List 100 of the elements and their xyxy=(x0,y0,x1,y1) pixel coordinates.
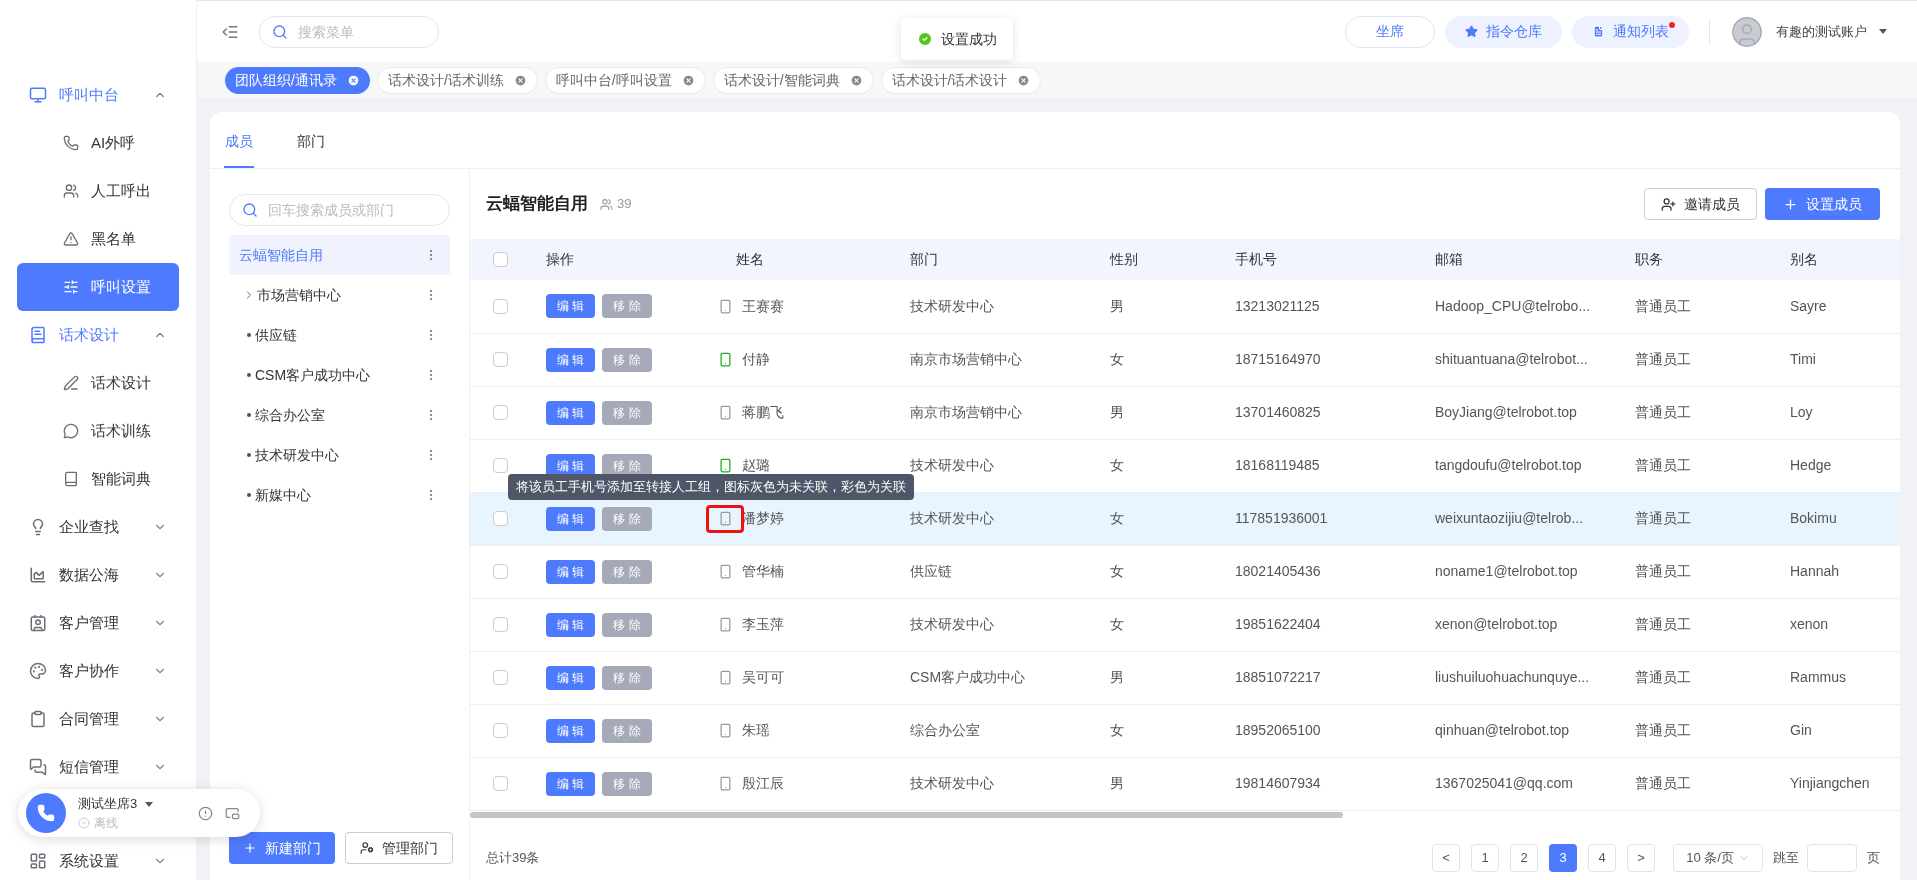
content-tab[interactable]: 部门 xyxy=(296,131,326,168)
sliders-icon xyxy=(63,279,79,295)
edit-button[interactable]: 编 辑 xyxy=(546,294,596,319)
content-tab[interactable]: 成员 xyxy=(224,131,254,168)
horizontal-scrollbar[interactable] xyxy=(470,811,1343,818)
page-tab[interactable]: 团队组织/通讯录 xyxy=(225,66,370,94)
edit-button[interactable]: 编 辑 xyxy=(546,718,596,743)
sidebar-item[interactable]: 合同管理 xyxy=(17,695,179,743)
sidebar-item[interactable]: 客户协作 xyxy=(17,647,179,695)
page-tab[interactable]: 话术设计/话术设计 xyxy=(880,66,1042,94)
department-item[interactable]: 新媒中心 xyxy=(229,475,450,515)
column-header: 职务 xyxy=(1635,251,1663,267)
header-button[interactable]: 坐席 xyxy=(1345,15,1435,48)
phone-cell: 13701460825 xyxy=(1235,404,1321,420)
highlight-frame[interactable] xyxy=(706,504,744,533)
menu-search-field[interactable]: 搜索菜单 xyxy=(259,15,439,48)
page-button[interactable]: 2 xyxy=(1510,843,1538,872)
edit-button[interactable]: 编 辑 xyxy=(546,400,596,425)
mobile-phone-icon[interactable] xyxy=(717,776,733,791)
page-tab[interactable]: 话术设计/话术训练 xyxy=(376,66,538,94)
mobile-phone-icon[interactable] xyxy=(717,352,733,367)
department-button[interactable]: 新建部门 xyxy=(229,832,335,864)
role-cell: 普通员工 xyxy=(1635,775,1691,791)
sidebar-item[interactable]: AI外呼 xyxy=(17,119,179,167)
mobile-phone-icon[interactable] xyxy=(717,298,733,314)
page-tab[interactable]: 呼叫中台/呼叫设置 xyxy=(544,66,706,94)
row-checkbox[interactable] xyxy=(492,352,508,367)
page-button[interactable]: 3 xyxy=(1549,843,1577,872)
next-page-button[interactable]: > xyxy=(1627,843,1655,872)
sidebar-item[interactable]: 智能词典 xyxy=(17,455,179,503)
alias-cell: Timi xyxy=(1790,351,1816,367)
sidebar-item[interactable]: 短信管理 xyxy=(17,743,179,791)
row-checkbox[interactable] xyxy=(492,723,508,738)
member-button[interactable]: 邀请成员 xyxy=(1644,188,1757,220)
sidebar-item[interactable]: 数据公海 xyxy=(17,551,179,599)
sidebar-item[interactable]: 人工呼出 xyxy=(17,167,179,215)
close-icon[interactable] xyxy=(346,73,360,87)
info-icon[interactable] xyxy=(198,805,213,821)
clipboard-icon xyxy=(29,710,47,728)
alias-cell: Hannah xyxy=(1790,563,1840,579)
phone-cell: 18952065100 xyxy=(1235,722,1321,738)
row-checkbox[interactable] xyxy=(492,298,508,314)
page-button[interactable]: 4 xyxy=(1588,843,1616,872)
department-item[interactable]: 云蝠智能自用 xyxy=(229,235,450,275)
edit-button[interactable]: 编 辑 xyxy=(546,559,596,584)
picture-in-picture-icon[interactable] xyxy=(225,805,240,821)
row-checkbox[interactable] xyxy=(492,670,508,685)
alias-cell: Sayre xyxy=(1790,297,1827,314)
sidebar-item[interactable]: 黑名单 xyxy=(17,215,179,263)
row-checkbox[interactable] xyxy=(492,617,508,632)
row-checkbox[interactable] xyxy=(492,458,508,473)
row-checkbox[interactable] xyxy=(492,511,508,526)
alias-cell: Rammus xyxy=(1790,669,1846,685)
header-button[interactable]: 通知列表 xyxy=(1572,15,1689,48)
sidebar-item[interactable]: 呼叫中台 xyxy=(17,71,179,119)
contact-card-icon xyxy=(29,614,47,632)
department-item[interactable]: 供应链 xyxy=(229,315,450,355)
edit-button[interactable]: 编 辑 xyxy=(546,347,596,372)
gender-cell: 男 xyxy=(1110,669,1124,685)
sidebar-item[interactable]: 呼叫设置 xyxy=(17,263,179,311)
row-checkbox[interactable] xyxy=(492,564,508,579)
mobile-phone-icon[interactable] xyxy=(717,511,733,526)
avatar[interactable] xyxy=(1730,14,1764,49)
sidebar-item[interactable]: 话术设计 xyxy=(17,311,179,359)
page-button[interactable]: 1 xyxy=(1471,843,1499,872)
page-tab[interactable]: 话术设计/智能词典 xyxy=(712,66,874,94)
edit-button[interactable]: 编 辑 xyxy=(546,506,596,531)
department-item[interactable]: CSM客户成功中心 xyxy=(229,355,450,395)
edit-button[interactable]: 编 辑 xyxy=(546,665,596,690)
mobile-phone-icon[interactable] xyxy=(717,617,733,632)
gender-cell: 女 xyxy=(1110,722,1124,738)
phone-call-button[interactable] xyxy=(26,793,66,833)
member-search-field[interactable]: 回车搜索成员或部门 xyxy=(229,194,450,226)
row-checkbox[interactable] xyxy=(492,405,508,420)
sidebar-item[interactable]: 话术设计 xyxy=(17,359,179,407)
edit-button[interactable]: 编 辑 xyxy=(546,612,596,637)
sidebar-item[interactable]: 话术训练 xyxy=(17,407,179,455)
header-button[interactable]: 指令仓库 xyxy=(1445,15,1562,48)
select-all-checkbox[interactable] xyxy=(492,252,508,267)
department-button[interactable]: 管理部门 xyxy=(345,832,453,864)
row-checkbox[interactable] xyxy=(492,776,508,791)
jump-page-field[interactable] xyxy=(1807,843,1857,872)
mobile-phone-icon[interactable] xyxy=(717,723,733,738)
chart-icon xyxy=(29,566,47,584)
user-name[interactable]: 有趣的测试账户 xyxy=(1776,21,1867,42)
column-header: 性别 xyxy=(1110,251,1138,267)
edit-button[interactable]: 编 辑 xyxy=(546,771,596,796)
previous-page-button[interactable]: < xyxy=(1432,843,1460,872)
mobile-phone-icon[interactable] xyxy=(717,670,733,685)
page-size-select[interactable]: 10 条/页 xyxy=(1673,843,1763,872)
department-item[interactable]: 市场营销中心 xyxy=(229,275,450,315)
mobile-phone-icon[interactable] xyxy=(717,405,733,420)
department-item[interactable]: 综合办公室 xyxy=(229,395,450,435)
sidebar-item[interactable]: 客户管理 xyxy=(17,599,179,647)
member-button[interactable]: 设置成员 xyxy=(1765,188,1880,220)
department-item[interactable]: 技术研发中心 xyxy=(229,435,450,475)
sidebar-item[interactable]: 系统设置 xyxy=(17,841,179,880)
plus-icon xyxy=(243,841,257,855)
mobile-phone-icon[interactable] xyxy=(717,564,733,579)
sidebar-item[interactable]: 企业查找 xyxy=(17,503,179,551)
